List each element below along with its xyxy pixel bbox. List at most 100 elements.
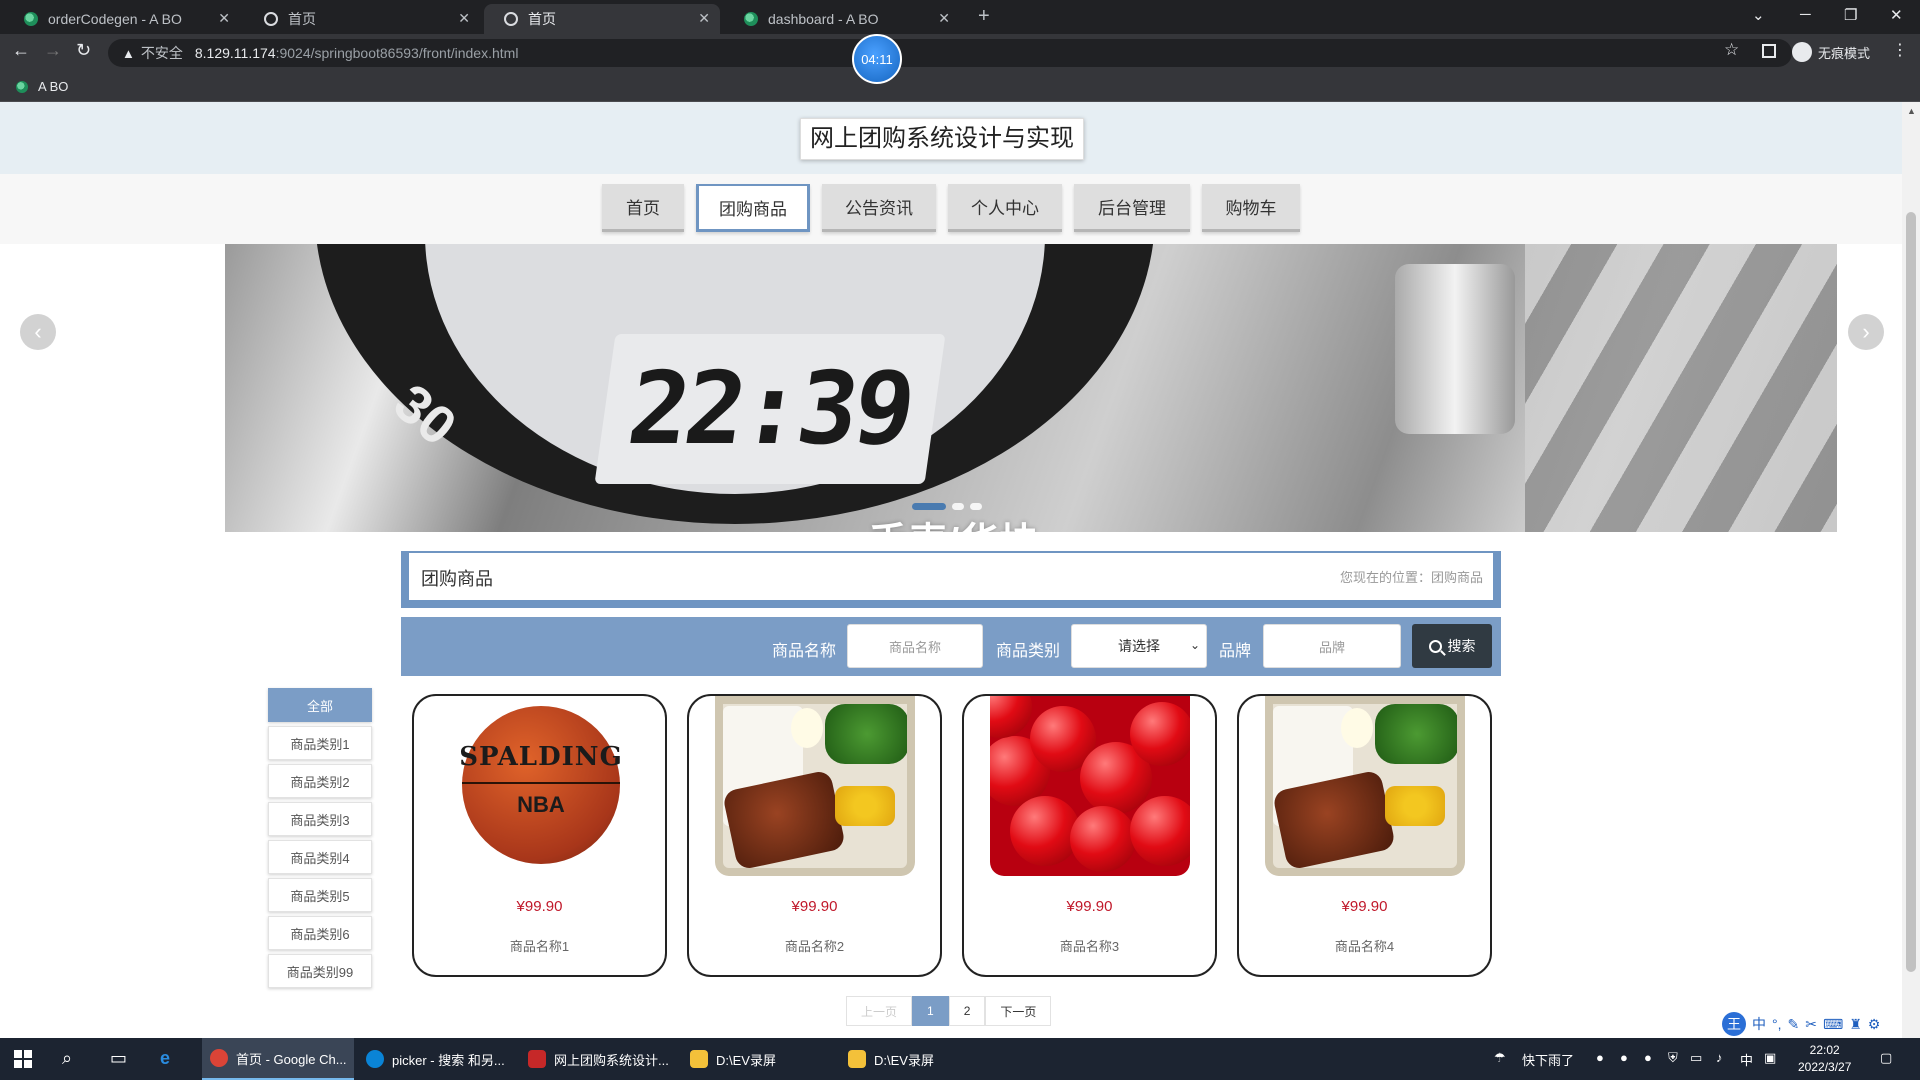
minimize-icon[interactable]: ─ bbox=[1800, 6, 1811, 23]
search-button[interactable]: 搜索 bbox=[1412, 624, 1492, 668]
close-tab-icon[interactable]: ✕ bbox=[698, 10, 710, 27]
address-bar[interactable]: ▲ 不安全 8.129.11.174:9024/springboot86593/… bbox=[108, 39, 1792, 67]
tab-title: dashboard - A BO bbox=[768, 11, 879, 27]
category-item[interactable]: 商品类别5 bbox=[268, 878, 372, 912]
brand-input[interactable]: 品牌 bbox=[1263, 624, 1401, 668]
search-icon[interactable]: ⌕ bbox=[62, 1048, 72, 1069]
weather-label[interactable]: 快下雨了 bbox=[1522, 1050, 1574, 1069]
ime-pen-icon[interactable]: ✎ bbox=[1788, 1016, 1800, 1033]
bookmark-item[interactable]: A BO bbox=[16, 79, 68, 94]
notification-icon[interactable]: ▢ bbox=[1880, 1050, 1892, 1066]
windows-start-icon[interactable] bbox=[14, 1050, 32, 1068]
product-card[interactable]: ¥99.90 商品名称4 bbox=[1237, 694, 1492, 977]
qq-icon[interactable]: ● bbox=[1620, 1050, 1628, 1065]
forward-icon[interactable]: → bbox=[44, 40, 62, 61]
taskbar-app-word[interactable]: 网上团购系统设计... bbox=[520, 1038, 676, 1080]
brand-label: 品牌 bbox=[1219, 643, 1252, 660]
ime-mode[interactable]: 中 bbox=[1752, 1014, 1766, 1034]
browser-tab[interactable]: orderCodegen - A BO ✕ bbox=[4, 4, 240, 34]
browser-tab-active[interactable]: 首页 ✕ bbox=[484, 4, 720, 34]
ime-keyboard-icon[interactable]: ⌨ bbox=[1823, 1016, 1843, 1033]
page-2-button[interactable]: 2 bbox=[948, 996, 986, 1026]
ime-skin-icon[interactable]: ♜ bbox=[1849, 1016, 1862, 1033]
restore-icon[interactable]: ❐ bbox=[1844, 6, 1857, 24]
chevron-down-icon: ⌄ bbox=[1189, 638, 1200, 652]
category-item-all[interactable]: 全部 bbox=[268, 688, 372, 722]
ime-logo-icon[interactable]: 王 bbox=[1722, 1012, 1746, 1036]
bookmark-star-icon[interactable]: ☆ bbox=[1724, 40, 1739, 60]
scroll-up-icon[interactable]: ▲ bbox=[1907, 106, 1916, 116]
product-card[interactable]: ¥99.90 商品名称3 bbox=[962, 694, 1217, 977]
wechat-icon[interactable]: ● bbox=[1596, 1050, 1604, 1065]
ime-language-label[interactable]: 中 bbox=[1740, 1050, 1753, 1069]
back-icon[interactable]: ← bbox=[12, 40, 30, 61]
volume-icon[interactable]: ♪ bbox=[1716, 1050, 1723, 1065]
profile-label: 无痕模式 bbox=[1818, 45, 1871, 61]
carousel-dot[interactable] bbox=[952, 503, 964, 510]
warning-icon[interactable]: ▲ bbox=[122, 46, 135, 61]
side-panel-icon[interactable] bbox=[1762, 44, 1776, 58]
site-title: 网上团购系统设计与实现 bbox=[800, 118, 1084, 160]
banner-caption: 手表/华块 bbox=[868, 510, 1039, 532]
carousel-next-icon[interactable]: › bbox=[1848, 314, 1884, 350]
category-item[interactable]: 商品类别3 bbox=[268, 802, 372, 836]
taskbar-app-edge[interactable]: picker - 搜索 和另... bbox=[358, 1038, 514, 1080]
close-tab-icon[interactable]: ✕ bbox=[218, 10, 230, 27]
task-view-icon[interactable]: ▭ bbox=[110, 1048, 127, 1069]
system-clock[interactable]: 22:02 2022/3/27 bbox=[1798, 1042, 1851, 1076]
taskbar-app-folder[interactable]: D:\EV录屏 bbox=[682, 1038, 832, 1080]
close-tab-icon[interactable]: ✕ bbox=[458, 10, 470, 27]
edge-icon bbox=[366, 1050, 384, 1068]
browser-tab[interactable]: 首页 ✕ bbox=[244, 4, 480, 34]
incognito-profile[interactable]: 无痕模式 bbox=[1792, 42, 1870, 62]
nav-home[interactable]: 首页 bbox=[602, 184, 684, 232]
category-item[interactable]: 商品类别4 bbox=[268, 840, 372, 874]
next-page-button[interactable]: 下一页 bbox=[985, 996, 1052, 1026]
breadcrumb: 您现在的位置：团购商品 bbox=[1339, 570, 1483, 585]
carousel-prev-icon[interactable]: ‹ bbox=[20, 314, 56, 350]
ie-icon[interactable]: e bbox=[160, 1048, 170, 1069]
product-card[interactable]: SPALDING NBA ¥99.90 商品名称1 bbox=[412, 694, 667, 977]
menu-icon[interactable]: ⋮ bbox=[1892, 40, 1908, 60]
chrome-icon bbox=[210, 1049, 228, 1067]
carousel-dot[interactable] bbox=[970, 503, 982, 510]
ime-scissors-icon[interactable]: ✂ bbox=[1805, 1016, 1817, 1033]
tab-search-icon[interactable]: ⌄ bbox=[1752, 6, 1765, 24]
product-card[interactable]: ¥99.90 商品名称2 bbox=[687, 694, 942, 977]
product-name-input[interactable]: 商品名称 bbox=[847, 624, 983, 668]
shield-icon[interactable]: ⛨ bbox=[1668, 1050, 1678, 1066]
category-item[interactable]: 商品类别99 bbox=[268, 954, 372, 988]
scrollbar-thumb[interactable] bbox=[1906, 212, 1916, 972]
new-tab-icon[interactable]: + bbox=[978, 5, 990, 28]
tab-title: orderCodegen - A BO bbox=[48, 11, 182, 27]
ime-settings-icon[interactable]: ⚙ bbox=[1868, 1016, 1881, 1033]
category-item[interactable]: 商品类别1 bbox=[268, 726, 372, 760]
nav-admin[interactable]: 后台管理 bbox=[1074, 184, 1190, 232]
category-select[interactable]: 请选择 ⌄ bbox=[1071, 624, 1207, 668]
browser-tab[interactable]: dashboard - A BO ✕ bbox=[724, 4, 960, 34]
category-item[interactable]: 商品类别2 bbox=[268, 764, 372, 798]
nav-announcements[interactable]: 公告资讯 bbox=[822, 184, 936, 232]
taskbar-app-folder[interactable]: D:\EV录屏 bbox=[840, 1038, 990, 1080]
ime-tray-icon[interactable]: ▣ bbox=[1764, 1050, 1776, 1066]
carousel-dot[interactable] bbox=[912, 503, 946, 510]
close-tab-icon[interactable]: ✕ bbox=[938, 10, 950, 27]
prev-page-button[interactable]: 上一页 bbox=[846, 996, 913, 1026]
network-icon[interactable]: ▭ bbox=[1690, 1050, 1702, 1066]
incognito-icon bbox=[1792, 42, 1812, 62]
tray-app-icon[interactable]: ● bbox=[1644, 1050, 1652, 1065]
close-window-icon[interactable]: ✕ bbox=[1890, 6, 1903, 24]
nav-personal-center[interactable]: 个人中心 bbox=[948, 184, 1062, 232]
search-icon bbox=[1428, 639, 1442, 653]
recording-timer: 04:11 bbox=[852, 34, 902, 84]
nav-group-products[interactable]: 团购商品 bbox=[696, 184, 810, 232]
taskbar-app-chrome[interactable]: 首页 - Google Ch... bbox=[202, 1038, 354, 1080]
ime-punct-icon[interactable]: °, bbox=[1772, 1016, 1782, 1032]
umbrella-weather-icon[interactable]: ☂ bbox=[1494, 1050, 1506, 1066]
reload-icon[interactable]: ↻ bbox=[76, 40, 91, 61]
site-header: 网上团购系统设计与实现 bbox=[0, 102, 1902, 174]
page-scrollbar[interactable]: ▲ bbox=[1902, 102, 1920, 1038]
page-1-button[interactable]: 1 bbox=[912, 996, 949, 1026]
nav-cart[interactable]: 购物车 bbox=[1202, 184, 1300, 232]
category-item[interactable]: 商品类别6 bbox=[268, 916, 372, 950]
